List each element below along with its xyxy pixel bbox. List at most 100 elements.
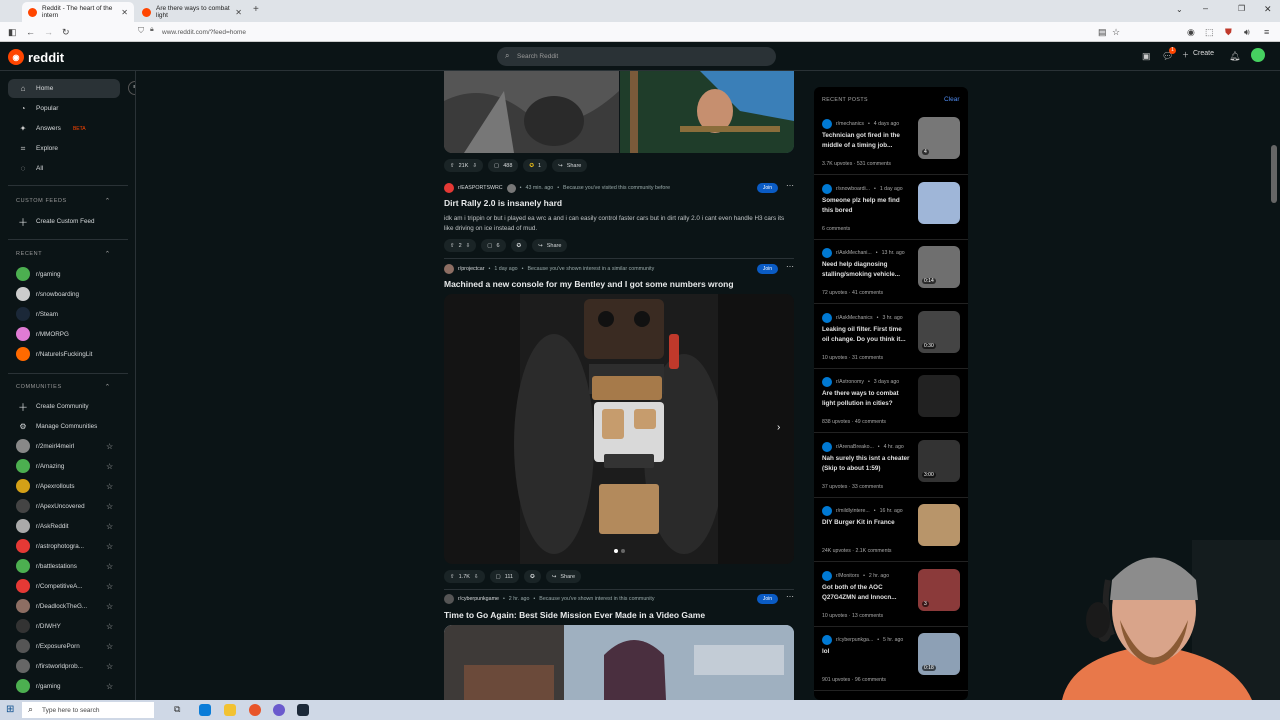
page-scrollbar-thumb[interactable] <box>1271 145 1277 203</box>
more-options-icon[interactable]: ⋯ <box>786 181 794 190</box>
subreddit-name[interactable]: r/AskMechanics <box>836 315 873 321</box>
subreddit-avatar[interactable] <box>444 594 454 604</box>
award-button[interactable]: ✪ 1 <box>523 159 548 172</box>
manage-communities-button[interactable]: ⚙ Manage Communities <box>16 417 116 435</box>
window-close-button[interactable]: ✕ <box>1264 4 1272 15</box>
community-item[interactable]: r/Amazing ☆ <box>16 457 116 475</box>
recent-post-item[interactable]: r/ArenaBreako... • 4 hr. ago Nah surely thi… <box>814 434 968 498</box>
subreddit-name[interactable]: r/cyberpunkgame <box>458 596 499 602</box>
avatar[interactable] <box>1251 48 1265 62</box>
favorite-star-icon[interactable]: ☆ <box>106 542 113 551</box>
upvote-icon[interactable]: ⇧ <box>450 574 455 580</box>
sidebar-item-home[interactable]: ⌂ Home <box>8 79 120 98</box>
recent-community-item[interactable]: r/NatureIsFuckingLit <box>16 345 116 363</box>
windows-start-icon[interactable]: ⊞ <box>6 704 14 715</box>
close-icon[interactable]: ✕ <box>235 8 242 17</box>
recent-post-thumbnail[interactable]: 4 <box>918 117 960 159</box>
ublock-icon[interactable]: ⛊ <box>1225 26 1232 38</box>
recent-post-title[interactable]: lol <box>822 647 910 657</box>
community-item[interactable]: r/CompetitiveA... ☆ <box>16 577 116 595</box>
share-button[interactable]: ↪ Share <box>545 570 582 583</box>
subreddit-name[interactable]: r/Monitors <box>836 573 859 579</box>
community-item[interactable]: r/gaming ☆ <box>16 677 116 695</box>
community-item[interactable]: r/DeadlockTheG... ☆ <box>16 597 116 615</box>
clear-recent-button[interactable]: Clear <box>944 96 960 103</box>
task-view-icon[interactable]: ⧉ <box>174 704 180 715</box>
favorite-star-icon[interactable]: ☆ <box>106 442 113 451</box>
create-custom-feed-button[interactable]: ＋ Create Custom Feed <box>16 212 116 230</box>
downvote-icon[interactable]: ⇩ <box>474 574 479 580</box>
taskbar-search-input[interactable]: ⌕ Type here to search <box>22 702 154 718</box>
upvote-icon[interactable]: ⇧ <box>450 243 455 249</box>
comments-button[interactable]: ▢ 111 <box>489 570 520 583</box>
subreddit-name[interactable]: r/mechanics <box>836 121 864 127</box>
sidebar-item-answers[interactable]: ✦ Answers BETA <box>8 119 120 138</box>
recent-post-thumbnail[interactable] <box>918 504 960 546</box>
subreddit-name[interactable]: r/projectcar <box>458 266 485 272</box>
recent-post-item[interactable]: r/AskMechanics • 3 hr. ago Leaking oil filt… <box>814 305 968 369</box>
comments-button[interactable]: ▢ 488 <box>488 159 519 172</box>
bell-icon[interactable]: 🔔︎ <box>1229 51 1240 62</box>
share-icon[interactable]: ⬚ <box>1205 26 1214 38</box>
post-title[interactable]: Machined a new console for my Bentley an… <box>444 279 734 289</box>
steam-icon[interactable] <box>297 704 309 716</box>
join-button[interactable]: Join <box>757 594 778 604</box>
favorite-star-icon[interactable]: ☆ <box>106 662 113 671</box>
more-options-icon[interactable]: ⋯ <box>786 262 794 271</box>
recent-post-item[interactable]: r/mechanics • 4 days ago Technician got fir… <box>814 111 968 175</box>
recent-post-title[interactable]: Need help diagnosing stalling/smoking ve… <box>822 260 910 280</box>
create-community-button[interactable]: ＋ Create Community <box>16 397 116 415</box>
back-arrow-icon[interactable]: ← <box>26 26 35 38</box>
favorite-star-icon[interactable]: ☆ <box>106 622 113 631</box>
recent-post-thumbnail[interactable]: 0:30 <box>918 310 960 353</box>
recent-post-title[interactable]: Are there ways to combat light pollution… <box>822 389 910 409</box>
share-button[interactable]: ↪ Share <box>532 239 568 252</box>
subreddit-avatar[interactable] <box>444 264 454 274</box>
tab-list-chevron-icon[interactable]: ⌄ <box>1176 5 1183 14</box>
restore-button[interactable]: ❐ <box>1238 4 1245 13</box>
recent-post-title[interactable]: Nah surely this isnt a cheater (Skip to … <box>822 454 910 474</box>
favorite-star-icon[interactable]: ☆ <box>106 602 113 611</box>
new-tab-button[interactable]: + <box>253 4 259 15</box>
downvote-icon[interactable]: ⇩ <box>466 243 471 249</box>
community-item[interactable]: r/AskReddit ☆ <box>16 517 116 535</box>
recent-post-thumbnail[interactable]: 3:00 <box>918 439 960 482</box>
sidebar-item-explore[interactable]: ⌗ Explore <box>8 139 120 158</box>
award-button[interactable]: ✪ <box>524 570 541 583</box>
edge-icon[interactable] <box>199 704 211 716</box>
recent-post-title[interactable]: Someone plz help me find this bored <box>822 196 910 216</box>
more-options-icon[interactable]: ⋯ <box>786 592 794 601</box>
post-body[interactable]: idk am i trippin or but i played ea wrc … <box>444 214 794 234</box>
recent-community-item[interactable]: r/gaming <box>16 265 116 283</box>
recent-post-title[interactable]: Technician got fired in the middle of a … <box>822 131 910 151</box>
community-item[interactable]: r/battlestations ☆ <box>16 557 116 575</box>
favorite-star-icon[interactable]: ☆ <box>106 562 113 571</box>
obs-icon[interactable] <box>273 704 285 716</box>
recent-post-thumbnail[interactable] <box>918 375 960 417</box>
community-item[interactable]: r/astrophotogra... ☆ <box>16 537 116 555</box>
recent-post-item[interactable]: r/mildlyintere... • 16 hr. ago DIY Burger K… <box>814 498 968 562</box>
speaker-icon[interactable]: 🔊︎ <box>1244 26 1250 38</box>
favorite-star-icon[interactable]: ☆ <box>106 502 113 511</box>
file-explorer-icon[interactable] <box>224 704 236 716</box>
recent-post-title[interactable]: DIY Burger Kit in France <box>822 518 910 528</box>
browser-tab-light-pollution[interactable]: Are there ways to combat light ✕ <box>136 2 248 22</box>
recent-post-thumbnail[interactable] <box>918 181 960 224</box>
favorite-star-icon[interactable]: ☆ <box>106 682 113 691</box>
recent-heading[interactable]: RECENT ⌃ <box>16 251 111 258</box>
join-button[interactable]: Join <box>757 183 778 193</box>
chevron-right-icon[interactable]: › <box>777 422 780 433</box>
custom-feeds-heading[interactable]: CUSTOM FEEDS ⌃ <box>16 198 111 205</box>
vote-control[interactable]: ⇧ 21K ⇩ <box>444 159 484 172</box>
downvote-icon[interactable]: ⇩ <box>472 163 477 169</box>
carousel-dot[interactable] <box>621 549 625 553</box>
subreddit-name[interactable]: r/mildlyintere... <box>836 508 870 514</box>
subreddit-name[interactable]: r/cyberpunkga... <box>836 637 873 643</box>
favorite-star-icon[interactable]: ☆ <box>106 462 113 471</box>
search-input[interactable]: ⌕ Search Reddit <box>497 47 776 66</box>
post-image[interactable]: › <box>444 294 794 564</box>
recent-community-item[interactable]: r/snowboarding <box>16 285 116 303</box>
close-icon[interactable]: ✕ <box>121 8 128 17</box>
recent-post-thumbnail[interactable]: 0:18 <box>918 633 960 675</box>
browser-tab-reddit-home[interactable]: Reddit - The heart of the intern ✕ <box>22 2 134 22</box>
